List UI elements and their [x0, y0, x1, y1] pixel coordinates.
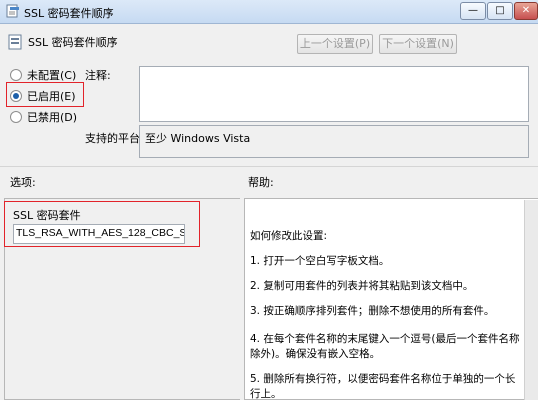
help-line: 3. 按正确顺序排列套件；删除不想使用的所有套件。	[250, 305, 495, 317]
platform-field: 至少 Windows Vista	[139, 125, 529, 158]
help-label: 帮助:	[248, 176, 274, 189]
previous-setting-button[interactable]: 上一个设置(P)	[297, 34, 373, 54]
highlight-box-enabled	[6, 82, 84, 107]
policy-icon	[6, 4, 19, 18]
help-line: 1. 打开一个空白写字板文档。	[250, 255, 390, 267]
section-divider	[0, 166, 538, 167]
minimize-button[interactable]: —	[460, 2, 486, 20]
platform-label: 支持的平台:	[85, 132, 144, 145]
highlight-box-options	[4, 201, 200, 247]
help-line: 4. 在每个套件名称的末尾键入一个逗号(最后一个套件名称除外)。确保没有嵌入空格…	[250, 333, 520, 360]
radio-circle[interactable]	[10, 69, 22, 81]
dialog-header: SSL 密码套件顺序 上一个设置(P) 下一个设置(N)	[0, 24, 538, 64]
help-scrollbar[interactable]	[524, 200, 538, 400]
options-label: 选项:	[10, 176, 36, 189]
setting-icon	[8, 34, 22, 50]
help-line: 如何修改此设置:	[250, 230, 328, 242]
platform-value: 至少 Windows Vista	[145, 132, 251, 145]
next-setting-button[interactable]: 下一个设置(N)	[379, 34, 457, 54]
comment-field[interactable]	[139, 66, 529, 122]
title-bar: SSL 密码套件顺序 — □ ✕	[0, 0, 538, 24]
radio-circle[interactable]	[10, 111, 22, 123]
help-line: 5. 删除所有换行符，以便密码套件名称位于单独的一个长行上。	[250, 373, 516, 400]
maximize-button[interactable]: □	[487, 2, 513, 20]
close-button[interactable]: ✕	[514, 2, 538, 20]
setting-title: SSL 密码套件顺序	[28, 36, 118, 49]
radio-label: 已禁用(D)	[27, 111, 78, 124]
comment-label: 注释:	[85, 69, 111, 82]
help-line: 2. 复制可用套件的列表并将其粘贴到该文档中。	[250, 280, 474, 292]
radio-label: 未配置(C)	[27, 69, 77, 82]
window-title: SSL 密码套件顺序	[24, 7, 114, 20]
radio-disabled[interactable]: 已禁用(D)	[10, 108, 77, 126]
